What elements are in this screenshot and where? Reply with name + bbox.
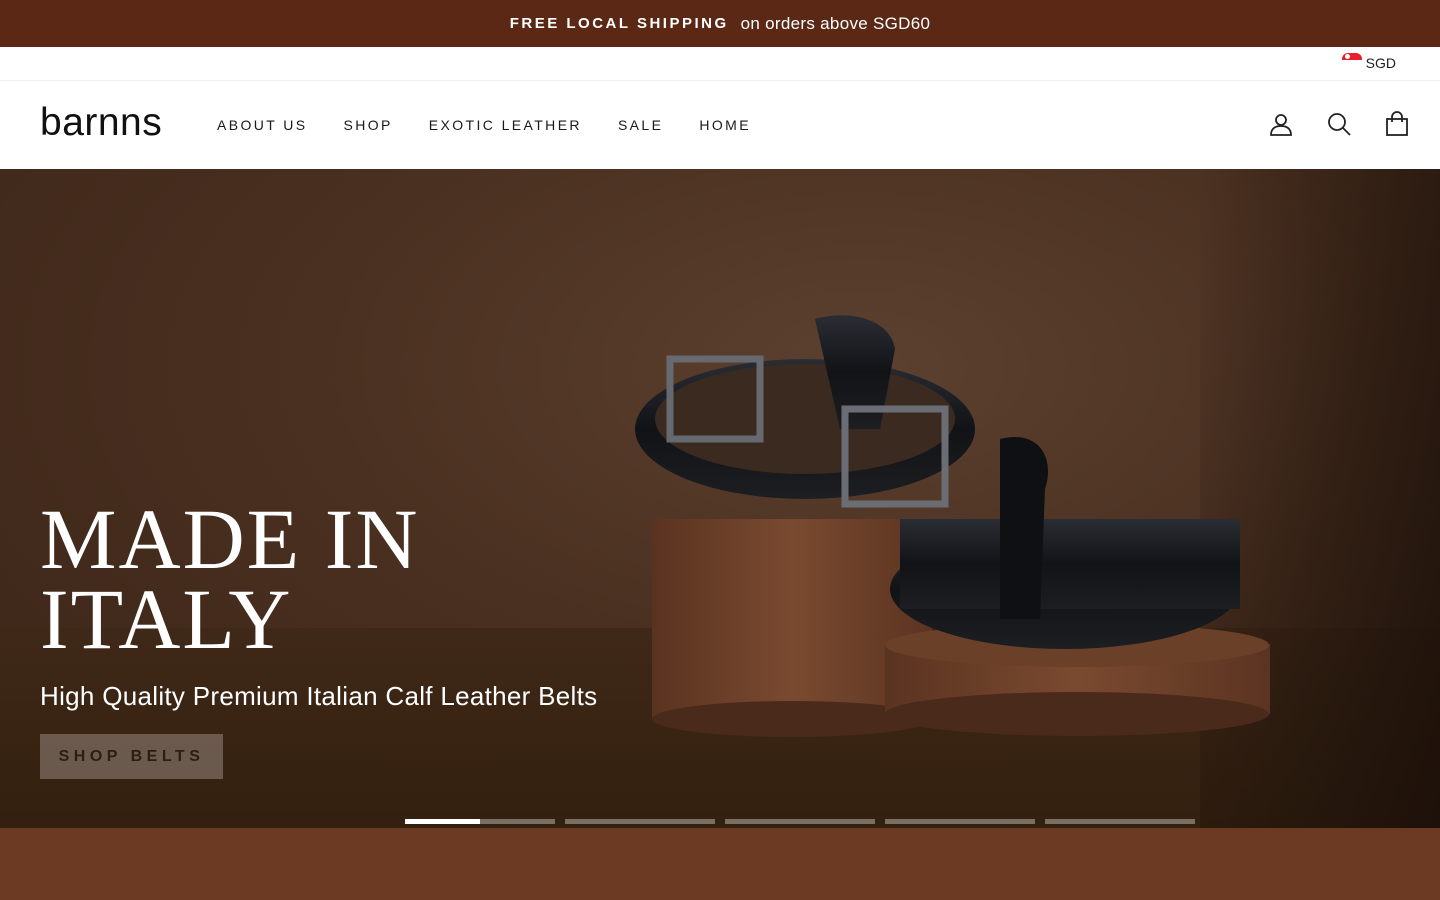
site-logo[interactable]: barnns: [40, 101, 182, 145]
nav-home[interactable]: HOME: [681, 117, 769, 133]
account-icon[interactable]: [1268, 111, 1294, 137]
search-icon[interactable]: [1326, 111, 1352, 137]
announcement-bar: FREE LOCAL SHIPPING on orders above SGD6…: [0, 0, 1440, 47]
bottom-band: [0, 828, 1440, 900]
header-icons: [1268, 111, 1410, 137]
singapore-flag-icon: [1341, 53, 1362, 67]
slide-indicator-2[interactable]: [565, 819, 715, 824]
slide-indicator-5[interactable]: [1045, 819, 1195, 824]
currency-selector[interactable]: SGD: [1341, 53, 1396, 71]
shop-belts-button[interactable]: SHOP BELTS: [40, 734, 223, 779]
nav-about-us[interactable]: ABOUT US: [199, 117, 326, 133]
cart-icon[interactable]: [1384, 111, 1410, 137]
site-header: barnns ABOUT US SHOP EXOTIC LEATHER SALE…: [0, 81, 1440, 169]
main-nav: ABOUT US SHOP EXOTIC LEATHER SALE HOME: [199, 117, 769, 133]
nav-exotic-leather[interactable]: EXOTIC LEATHER: [411, 117, 600, 133]
nav-shop[interactable]: SHOP: [326, 117, 411, 133]
nav-sale[interactable]: SALE: [600, 117, 681, 133]
slide-indicator-1[interactable]: [405, 819, 555, 824]
currency-bar: SGD: [0, 47, 1440, 81]
belts-product-image: [635, 315, 1270, 737]
slide-indicator-4[interactable]: [885, 819, 1035, 824]
hero-text-block: MADE IN ITALY High Quality Premium Itali…: [40, 491, 598, 779]
announcement-bold: FREE LOCAL SHIPPING: [509, 15, 729, 32]
hero-slideshow: MADE IN ITALY High Quality Premium Itali…: [0, 169, 1440, 828]
slide-indicator-3[interactable]: [725, 819, 875, 824]
announcement-text: on orders above SGD60: [740, 13, 931, 33]
slide-pagination: [405, 819, 1195, 824]
slide-progress-fill: [405, 819, 480, 824]
hero-title: MADE IN ITALY: [40, 491, 420, 667]
currency-code: SGD: [1365, 55, 1396, 71]
hero-subtitle: High Quality Premium Italian Calf Leathe…: [40, 681, 598, 711]
